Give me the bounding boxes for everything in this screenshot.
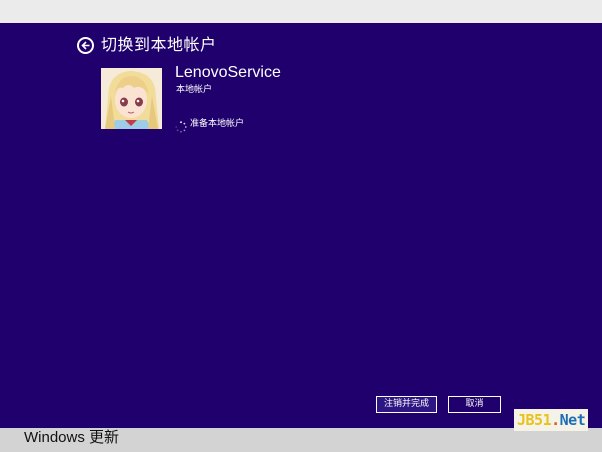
- loading-spinner-icon: [175, 118, 187, 133]
- site-watermark: JB51.Net: [514, 409, 589, 431]
- watermark-net: Net: [559, 411, 586, 429]
- cancel-button[interactable]: 取消: [448, 396, 501, 413]
- page-title: 切换到本地帐户: [101, 35, 217, 54]
- bottom-strip: Windows 更新: [0, 428, 602, 452]
- switch-account-page: 切换到本地帐户 LenovoService 本地帐户 准备本地帐户 注销并完成 …: [0, 23, 602, 428]
- watermark-dot: .: [551, 411, 560, 429]
- windows-update-label: Windows 更新: [24, 429, 120, 446]
- top-strip: [0, 0, 602, 23]
- back-arrow-icon[interactable]: [77, 37, 94, 54]
- status-text: 准备本地帐户: [190, 119, 245, 129]
- account-type: 本地帐户: [176, 85, 213, 95]
- account-username: LenovoService: [175, 64, 281, 81]
- watermark-jb: JB51: [517, 411, 552, 429]
- user-avatar: [101, 68, 162, 129]
- sign-out-finish-button[interactable]: 注销并完成: [376, 396, 437, 413]
